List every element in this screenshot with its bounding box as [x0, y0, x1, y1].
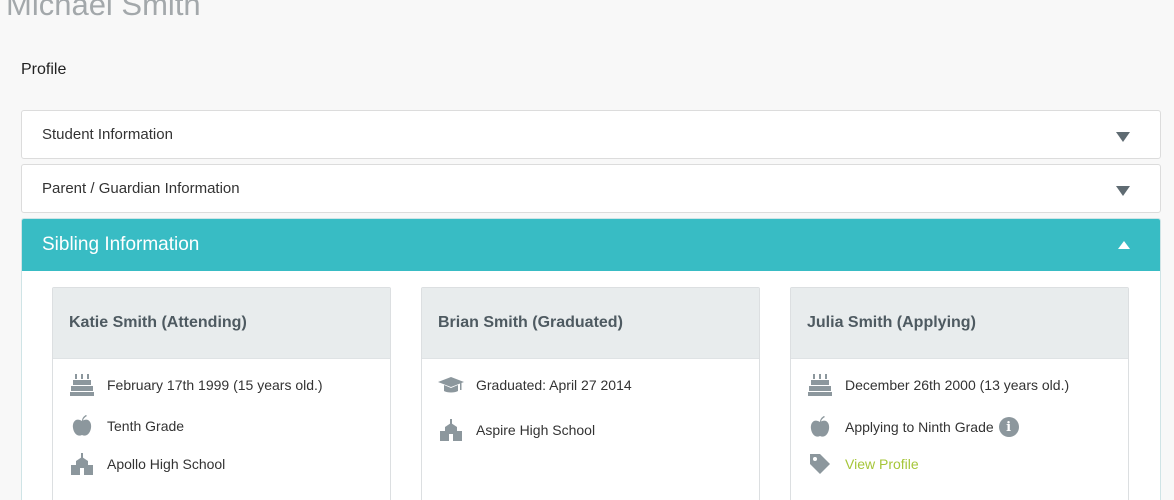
- birthday-cake-icon: [69, 374, 95, 396]
- graduated-row: Graduated: April 27 2014: [438, 374, 632, 396]
- student-information-header[interactable]: Student Information: [22, 111, 1160, 158]
- chevron-down-icon[interactable]: [1116, 131, 1130, 142]
- grade-text: Applying to Ninth Grade: [845, 419, 994, 435]
- sibling-card-header: Julia Smith (Applying): [791, 288, 1128, 359]
- profile-heading: Profile: [21, 61, 67, 78]
- sibling-name: Brian Smith (Graduated): [438, 314, 623, 331]
- sibling-card-header: Katie Smith (Attending): [53, 288, 390, 359]
- student-information-accordion[interactable]: Student Information: [21, 110, 1161, 159]
- birthdate-text: February 17th 1999 (15 years old.): [107, 377, 323, 393]
- sibling-card-header: Brian Smith (Graduated): [422, 288, 759, 359]
- apple-icon: [69, 415, 95, 437]
- school-icon: [69, 453, 95, 475]
- grade-row: Tenth Grade: [69, 415, 184, 437]
- tag-icon: [807, 453, 833, 475]
- school-row: Aspire High School: [438, 419, 595, 441]
- sibling-name: Julia Smith (Applying): [807, 314, 976, 331]
- info-icon[interactable]: i: [998, 417, 1019, 437]
- school-row: Apollo High School: [69, 453, 225, 475]
- birthdate-row: February 17th 1999 (15 years old.): [69, 374, 323, 396]
- parent-guardian-header[interactable]: Parent / Guardian Information: [22, 165, 1160, 212]
- view-profile-row: View Profile: [807, 453, 919, 475]
- page-title: Michael Smith: [6, 0, 201, 22]
- sibling-information-header[interactable]: Sibling Information: [22, 219, 1160, 271]
- birthdate-row: December 26th 2000 (13 years old.): [807, 374, 1069, 396]
- sibling-card: Brian Smith (Graduated) Graduated: April…: [421, 287, 760, 500]
- parent-guardian-title: Parent / Guardian Information: [42, 180, 240, 197]
- view-profile-link[interactable]: View Profile: [845, 456, 919, 472]
- graduated-text: Graduated: April 27 2014: [476, 377, 632, 393]
- apple-icon: [807, 416, 833, 438]
- parent-guardian-accordion[interactable]: Parent / Guardian Information: [21, 164, 1161, 213]
- birthdate-text: December 26th 2000 (13 years old.): [845, 377, 1070, 393]
- chevron-down-icon[interactable]: [1116, 185, 1130, 196]
- sibling-card: Katie Smith (Attending) February 17th 19…: [52, 287, 391, 500]
- sibling-information-title: Sibling Information: [42, 234, 200, 255]
- grade-row: Applying to Ninth Grade i: [807, 416, 1019, 438]
- school-icon: [438, 419, 464, 441]
- student-information-title: Student Information: [42, 126, 173, 143]
- graduation-cap-icon: [438, 374, 464, 396]
- grade-text: Tenth Grade: [107, 418, 185, 434]
- school-text: Aspire High School: [476, 422, 596, 438]
- chevron-up-icon[interactable]: [1118, 241, 1130, 249]
- sibling-card: Julia Smith (Applying) December 26th 200…: [790, 287, 1129, 500]
- school-text: Apollo High School: [107, 456, 226, 472]
- birthday-cake-icon: [807, 374, 833, 396]
- sibling-name: Katie Smith (Attending): [69, 314, 247, 331]
